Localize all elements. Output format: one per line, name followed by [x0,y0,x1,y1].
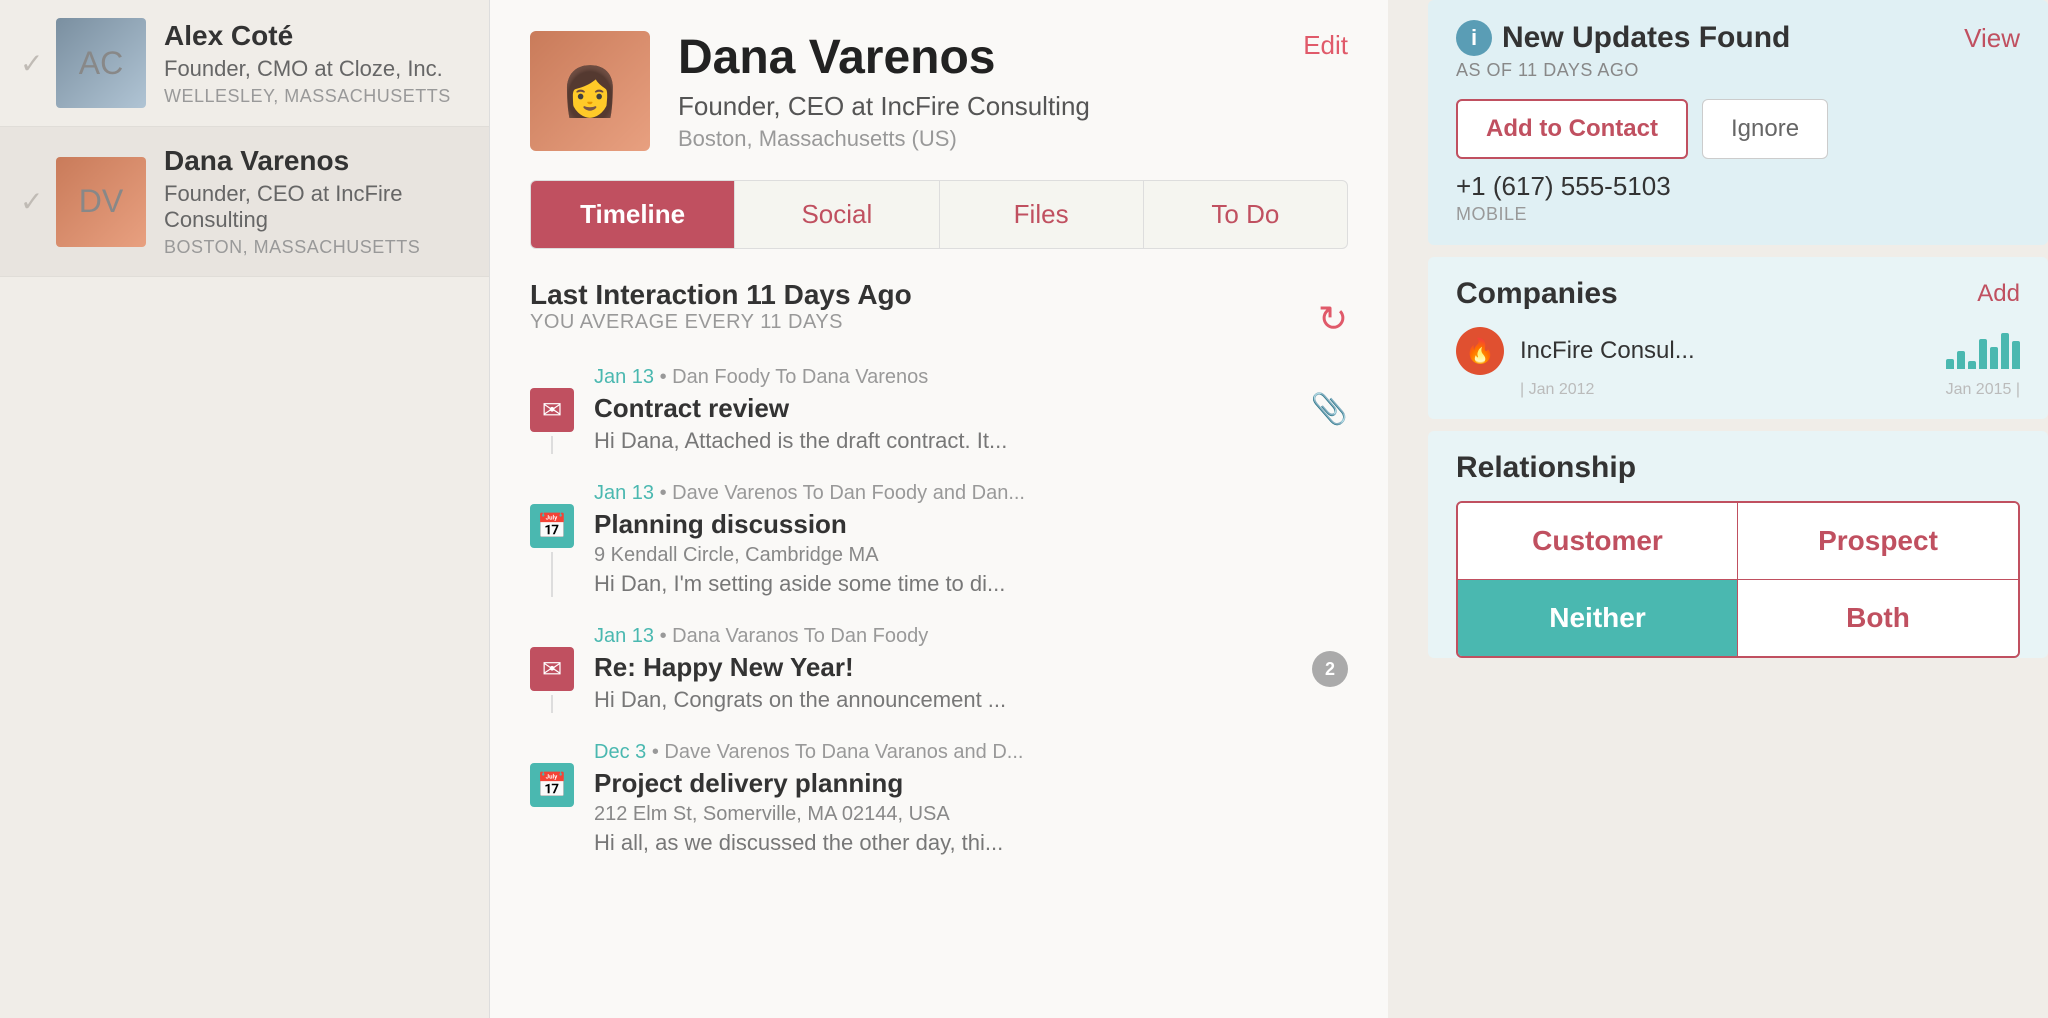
attachment-icon: 📎 [1311,392,1348,454]
relationship-customer[interactable]: Customer [1458,503,1738,580]
phone-number: +1 (617) 555-5103 [1456,171,2020,202]
ignore-button[interactable]: Ignore [1702,99,1828,159]
profile-header: 👩 Dana Varenos Founder, CEO at IncFire C… [530,30,1348,152]
updates-date: AS OF 11 DAYS AGO [1456,60,2020,81]
company-activity-chart [1946,333,2020,369]
tab-files[interactable]: Files [940,181,1144,248]
tab-todo[interactable]: To Do [1144,181,1347,248]
refresh-icon[interactable]: ↻ [1318,298,1348,340]
companies-title: Companies [1456,277,1618,311]
updates-section: i New Updates Found View AS OF 11 DAYS A… [1428,0,2048,245]
thread-badge: 2 [1312,651,1348,687]
main-content: 👩 Dana Varenos Founder, CEO at IncFire C… [490,0,1388,1018]
timeline-item-content: Jan 13 • Dave Varenos To Dan Foody and D… [594,482,1348,597]
date-end: Jan 2015 | [1946,381,2020,399]
timeline-meta: Dec 3 • Dave Varenos To Dana Varanos and… [594,741,1348,764]
company-logo: 🔥 [1456,327,1504,375]
phone-type: MOBILE [1456,204,2020,225]
check-icon: ✓ [20,47,56,80]
profile-location: Boston, Massachusetts (US) [678,126,1090,152]
sidebar-location: BOSTON, MASSACHUSETTS [164,237,469,258]
tabs-bar: Timeline Social Files To Do [530,180,1348,249]
updates-info-icon: i [1456,20,1492,56]
sidebar-item-alex[interactable]: ✓ AC Alex Coté Founder, CMO at Cloze, In… [0,0,489,127]
company-name: IncFire Consul... [1520,337,1930,365]
sidebar-location: WELLESLEY, MASSACHUSETTS [164,86,469,107]
timeline-item: ✉ Jan 13 • Dana Varanos To Dan Foody Re:… [530,625,1348,713]
timeline-address: 212 Elm St, Somerville, MA 02144, USA [594,803,1348,826]
timeline-item: 📅 Jan 13 • Dave Varenos To Dan Foody and… [530,482,1348,597]
date-start: | Jan 2012 [1520,381,1594,399]
company-row: 🔥 IncFire Consul... [1456,327,2020,375]
timeline-header: Last Interaction 11 Days Ago YOU AVERAGE… [530,279,1348,358]
sidebar-avatar: DV [56,157,146,247]
timeline-last-interaction: Last Interaction 11 Days Ago [530,279,912,311]
add-to-contact-button[interactable]: Add to Contact [1456,99,1688,159]
timeline-meta: Jan 13 • Dan Foody To Dana Varenos [594,366,1291,389]
calendar-icon: 📅 [530,504,574,548]
timeline-body: Hi Dan, Congrats on the announcement ... [594,687,1292,713]
timeline-average: YOU AVERAGE EVERY 11 DAYS [530,311,912,334]
relationship-title: Relationship [1456,451,1636,485]
relationship-section: Relationship Customer Prospect Neither B… [1428,431,2048,658]
email-icon: ✉ [530,647,574,691]
relationship-both[interactable]: Both [1738,580,2018,656]
timeline-item-content: Jan 13 • Dan Foody To Dana Varenos Contr… [594,366,1291,454]
sidebar-item-dana[interactable]: ✓ DV Dana Varenos Founder, CEO at IncFir… [0,127,489,277]
company-date-range: | Jan 2012 Jan 2015 | [1456,381,2020,399]
companies-section: Companies Add 🔥 IncFire Consul... | Jan … [1428,257,2048,419]
timeline-list: ✉ Jan 13 • Dan Foody To Dana Varenos Con… [530,366,1348,884]
timeline-meta: Jan 13 • Dave Varenos To Dan Foody and D… [594,482,1348,505]
profile-name: Dana Varenos [678,30,1090,85]
relationship-prospect[interactable]: Prospect [1738,503,2018,580]
updates-view-link[interactable]: View [1964,23,2020,54]
companies-add-link[interactable]: Add [1977,280,2020,308]
sidebar-title: Founder, CMO at Cloze, Inc. [164,56,469,82]
timeline-subject: Planning discussion [594,509,1348,540]
sidebar-name: Dana Varenos [164,145,469,177]
edit-link[interactable]: Edit [1303,30,1348,61]
timeline-item-content: Jan 13 • Dana Varanos To Dan Foody Re: H… [594,625,1292,713]
sidebar-name: Alex Coté [164,20,469,52]
timeline-item: ✉ Jan 13 • Dan Foody To Dana Varenos Con… [530,366,1348,454]
relationship-grid: Customer Prospect Neither Both [1456,501,2020,658]
relationship-neither[interactable]: Neither [1458,580,1738,656]
timeline-address: 9 Kendall Circle, Cambridge MA [594,544,1348,567]
right-panel: i New Updates Found View AS OF 11 DAYS A… [1428,0,2048,1018]
sidebar-avatar: AC [56,18,146,108]
timeline-item-content: Dec 3 • Dave Varenos To Dana Varanos and… [594,741,1348,856]
timeline-body: Hi Dan, I'm setting aside some time to d… [594,571,1348,597]
profile-info: Dana Varenos Founder, CEO at IncFire Con… [678,30,1090,152]
timeline-subject: Project delivery planning [594,768,1348,799]
tab-timeline[interactable]: Timeline [531,181,735,248]
sidebar: ✓ AC Alex Coté Founder, CMO at Cloze, In… [0,0,490,1018]
timeline-body: Hi Dana, Attached is the draft contract.… [594,428,1291,454]
updates-title: New Updates Found [1502,21,1790,55]
profile-avatar: 👩 [530,31,650,151]
action-buttons: Add to Contact Ignore [1456,99,2020,159]
timeline-body: Hi all, as we discussed the other day, t… [594,830,1348,856]
timeline-meta: Jan 13 • Dana Varanos To Dan Foody [594,625,1292,648]
timeline-subject: Contract review [594,393,1291,424]
check-icon: ✓ [20,185,56,218]
sidebar-title: Founder, CEO at IncFire Consulting [164,181,469,233]
calendar-icon: 📅 [530,763,574,807]
sidebar-info: Dana Varenos Founder, CEO at IncFire Con… [164,145,469,258]
timeline-subject: Re: Happy New Year! [594,652,1292,683]
profile-title: Founder, CEO at IncFire Consulting [678,91,1090,122]
tab-social[interactable]: Social [735,181,939,248]
timeline-item: 📅 Dec 3 • Dave Varenos To Dana Varanos a… [530,741,1348,856]
sidebar-info: Alex Coté Founder, CMO at Cloze, Inc. WE… [164,20,469,107]
email-icon: ✉ [530,388,574,432]
